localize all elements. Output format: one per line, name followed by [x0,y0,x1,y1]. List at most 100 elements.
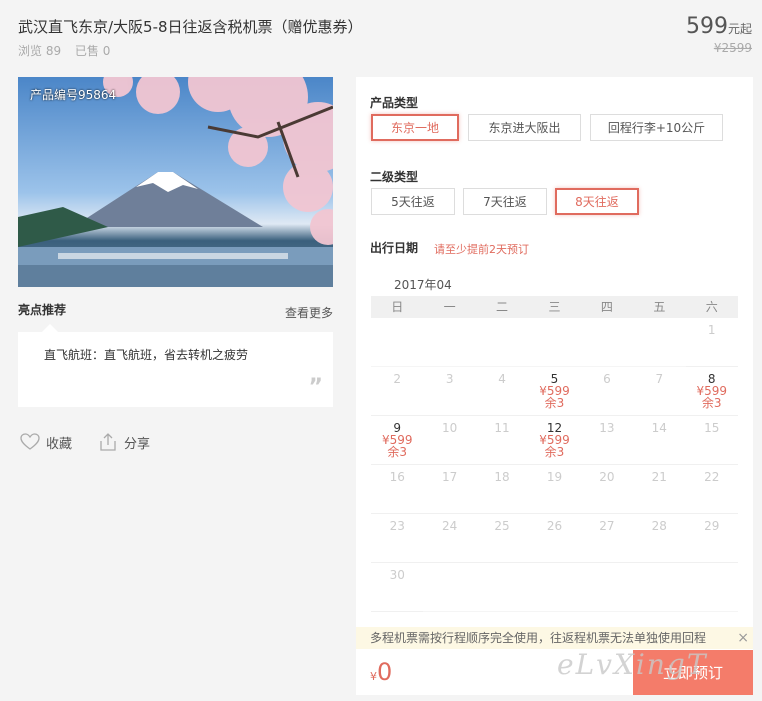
favorite-label: 收藏 [46,436,73,452]
calendar-day: 18 [475,465,529,514]
calendar-day: 2 [371,367,424,416]
day-number: 22 [704,470,720,484]
total-currency: ¥ [370,670,377,683]
calendar-weekdays: 日 一 二 三 四 五 六 [371,296,738,318]
sold-count: 已售 0 [74,44,111,58]
day-remaining: 余3 [701,396,722,410]
sub-type-option-0[interactable]: 5天往返 [371,188,455,215]
price-unit: 元起 [727,22,752,36]
calendar-day: 29 [685,514,738,563]
watermark: eLvXingT [557,648,708,681]
calendar-empty-cell [685,563,738,612]
day-remaining: 余3 [544,445,565,459]
recommend-label: 亮点推荐 [18,303,67,317]
recommend-box: 直飞航班：直飞航班，省去转机之疲劳 ” [18,324,333,407]
day-number: 25 [494,519,510,533]
calendar-week: 9 ¥599 余3 10 11 12 ¥599 余3 13 14 15 [371,416,738,465]
share-icon [100,433,116,451]
calendar-day[interactable]: 8 ¥599 余3 [685,367,738,416]
favorite-button[interactable]: 收藏 [20,433,72,452]
calendar-week: 30 [371,563,738,612]
day-number: 15 [704,421,720,435]
calendar-empty-cell [580,563,634,612]
share-button[interactable]: 分享 [98,432,150,452]
calendar-day: 24 [423,514,476,563]
total-value: 0 [377,658,393,686]
calendar-day: 17 [423,465,476,514]
mount-fuji-image [18,77,333,287]
heart-icon [20,433,40,450]
calendar-empty-cell [528,318,581,367]
calendar-week: 23 24 25 26 27 28 29 [371,514,738,563]
weekday: 一 [443,300,456,314]
sub-type-option-1[interactable]: 7天往返 [463,188,547,215]
calendar-day: 11 [475,416,529,465]
date-hint: 请至少提前2天预订 [434,243,529,256]
day-number: 2 [393,372,402,386]
calendar-day: 7 [633,367,686,416]
recommend-text: 直飞航班：直飞航班，省去转机之疲劳 [44,348,249,362]
calendar-day[interactable]: 12 ¥599 余3 [528,416,581,465]
calendar-day: 30 [371,563,424,612]
day-number: 14 [651,421,667,435]
calendar-day: 14 [633,416,686,465]
day-number: 16 [389,470,405,484]
calendar-day[interactable]: 5 ¥599 余3 [528,367,581,416]
calendar-day: 25 [475,514,529,563]
calendar-day: 20 [580,465,634,514]
product-stats: 浏览 89 已售 0 [18,42,120,59]
calendar-empty-cell [423,318,476,367]
day-number: 1 [707,323,716,337]
share-label: 分享 [124,436,151,452]
product-type-option-2[interactable]: 回程行李+10公斤 [590,114,723,141]
calendar-empty-cell [580,318,634,367]
sub-type-option-2[interactable]: 8天往返 [555,188,639,215]
calendar-day[interactable]: 9 ¥599 余3 [371,416,424,465]
calendar-empty-cell [423,563,476,612]
weekday: 三 [548,300,561,314]
day-number: 26 [546,519,563,533]
day-number: 6 [603,372,611,386]
product-type-label: 产品类型 [370,96,419,110]
day-number: 20 [599,470,615,484]
calendar-week: 1 [371,318,738,367]
sub-type-label: 二级类型 [370,170,419,184]
day-number: 7 [655,372,664,386]
product-actions: 收藏 分享 [20,432,150,452]
calendar-day: 26 [528,514,581,563]
calendar-day: 16 [371,465,424,514]
calendar-day: 23 [371,514,424,563]
day-number: 28 [651,519,667,533]
weekday: 二 [496,300,509,314]
weekday: 日 [391,300,404,314]
calendar-day: 10 [423,416,476,465]
calendar-empty-cell [475,563,529,612]
weekday: 六 [705,300,718,314]
calendar-day: 22 [685,465,738,514]
day-number: 3 [445,372,454,386]
product-type-option-0[interactable]: 东京一地 [371,114,459,141]
calendar-empty-cell [371,318,424,367]
day-number: 29 [704,519,720,533]
booking-panel: 产品类型 东京一地 东京进大阪出 回程行李+10公斤 二级类型 5天往返 7天往… [356,77,753,695]
day-number: 18 [494,470,510,484]
weekday: 四 [600,300,613,314]
see-more-link[interactable]: 查看更多 [285,304,333,321]
day-number: 11 [494,421,510,435]
calendar-empty-cell [475,318,529,367]
product-type-option-1[interactable]: 东京进大阪出 [468,114,581,141]
calendar-day: 13 [580,416,634,465]
weekday: 五 [653,300,666,314]
day-number: 17 [441,470,458,484]
calendar-day: 6 [580,367,634,416]
day-remaining: 余3 [387,445,408,459]
notice-text: 多程机票需按行程顺序完全使用，往返程机票无法单独使用回程 [370,631,707,645]
calendar-day: 27 [580,514,634,563]
price-value: 599 [685,14,728,39]
original-price: ¥2599 [713,41,752,55]
calendar-week: 2 3 4 5 ¥599 余3 6 7 8 ¥599 余3 [371,367,738,416]
day-number: 30 [389,568,405,582]
day-number: 19 [546,470,563,484]
close-icon[interactable]: × [737,627,749,649]
calendar-empty-cell [528,563,581,612]
